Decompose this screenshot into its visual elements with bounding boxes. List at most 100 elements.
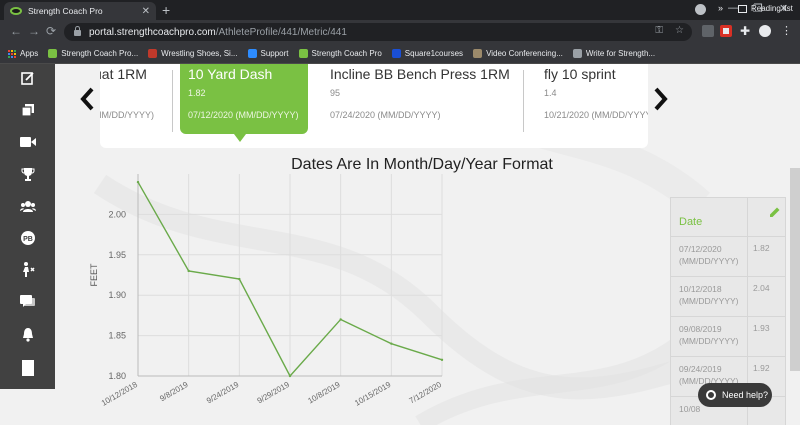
video-icon: [19, 137, 36, 147]
address-bar[interactable]: portal.strengthcoachpro.com /AthleteProf…: [64, 23, 692, 41]
x-tick-label: 7/12/2020: [408, 380, 444, 406]
previous-metric-button[interactable]: [78, 86, 98, 112]
metric-card-incline-bench[interactable]: Incline BB Bench Press 1RM 95 07/24/2020…: [322, 64, 518, 134]
bookmark-item[interactable]: Apps: [8, 49, 38, 58]
extension-save-icon[interactable]: [720, 25, 732, 37]
sidebar-item-athlete[interactable]: [0, 256, 55, 284]
sidebar-item-chat[interactable]: [0, 288, 55, 316]
need-help-button[interactable]: Need help?: [698, 383, 772, 407]
star-icon[interactable]: ☆: [675, 25, 684, 36]
history-column-divider: [747, 277, 748, 317]
sidebar-item-document[interactable]: [0, 354, 55, 382]
metric-card-squat[interactable]: uat 1RM MM/DD/YYYY): [100, 64, 174, 134]
history-row[interactable]: 07/12/2020 (MM/DD/YYYY) 1.82: [670, 237, 786, 277]
metric-date: 07/12/2020 (MM/DD/YYYY): [188, 110, 299, 120]
metric-date: 10/21/2020 (MM/DD/YYYY): [544, 110, 648, 120]
bookmarks-bar: Apps Strength Coach Pro... Wrestling Shoes…: [0, 44, 800, 64]
metric-value: 1.82: [188, 88, 206, 98]
history-row-value: 1.82: [753, 243, 770, 253]
metric-name: 10 Yard Dash: [188, 66, 273, 82]
history-column-divider: [747, 198, 748, 238]
history-column-divider: [747, 317, 748, 357]
lock-icon: [74, 26, 81, 36]
metric-date: 07/24/2020 (MM/DD/YYYY): [330, 110, 441, 120]
bookmark-label: Support: [260, 49, 289, 58]
sidebar-item-notifications[interactable]: [0, 320, 55, 348]
y-tick-label: 1.80: [108, 371, 126, 381]
next-metric-button[interactable]: [650, 86, 670, 112]
chevron-left-icon: [80, 87, 94, 111]
history-row-value: 1.92: [753, 363, 770, 373]
reading-list-button[interactable]: Reading list: [738, 4, 793, 13]
document-icon: [21, 360, 34, 376]
data-point: [238, 277, 241, 281]
key-icon[interactable]: ⚿: [655, 25, 663, 36]
metric-line-chart: 2.00 1.95 1.90 1.85 1.80 FEET 10/12/2018 9/8/20…: [89, 174, 444, 408]
reload-icon[interactable]: ⟳: [46, 24, 56, 38]
extension-s-icon[interactable]: [702, 25, 714, 37]
metric-card-fly-10-sprint[interactable]: fly 10 sprint 1.4 10/21/2020 (MM/DD/YYYY…: [536, 64, 648, 134]
back-icon[interactable]: ←: [10, 24, 22, 38]
history-row[interactable]: 10/12/2018 (MM/DD/YYYY) 2.04: [670, 277, 786, 317]
bookmark-label: Apps: [20, 49, 39, 58]
shoe-icon: [148, 49, 158, 58]
data-point: [440, 358, 444, 362]
history-row-date: 10/12/2018 (MM/DD/YYYY): [679, 284, 739, 306]
group-icon: [19, 201, 36, 212]
data-point: [339, 318, 342, 321]
bookmark-item[interactable]: Strength Coach Pro: [298, 49, 382, 58]
browser-menu-icon[interactable]: ⋮: [781, 24, 793, 37]
metric-name: Incline BB Bench Press 1RM: [330, 66, 510, 82]
sidebar-item-trophy[interactable]: [0, 160, 55, 188]
need-help-label: Need help?: [722, 390, 769, 400]
metric-date: MM/DD/YYYY): [100, 110, 155, 120]
sidebar-item-notes[interactable]: [0, 64, 55, 92]
scp-logo-icon: [48, 49, 58, 58]
reading-list-icon: [738, 4, 747, 13]
bookmarks-more-icon[interactable]: »: [718, 3, 723, 13]
bookmark-item[interactable]: Strength Coach Pro...: [48, 49, 138, 58]
metric-value: 95: [330, 88, 341, 98]
notes-icon: [20, 72, 34, 85]
forward-icon[interactable]: →: [28, 24, 40, 38]
download-icon[interactable]: [695, 4, 706, 15]
page-scrollbar[interactable]: [790, 168, 800, 371]
tab-title: Strength Coach Pro: [28, 6, 103, 16]
new-tab-icon[interactable]: +: [162, 2, 170, 18]
data-point: [288, 374, 292, 378]
history-header: Date: [670, 197, 786, 238]
browser-tab[interactable]: Strength Coach Pro ✕: [4, 2, 156, 20]
apps-grid-icon: [8, 49, 16, 58]
chat-bubble-icon: [706, 390, 716, 400]
bookmark-item[interactable]: Video Conferencing...: [473, 49, 563, 58]
x-tick-label: 10/15/2019: [353, 380, 393, 408]
metric-card-10-yard-dash[interactable]: 10 Yard Dash 1.82 07/12/2020 (MM/DD/YYYY…: [180, 64, 308, 134]
sidebar-item-video[interactable]: [0, 128, 55, 156]
sidebar-item-pb[interactable]: PB: [0, 224, 55, 252]
athlete-icon: [22, 262, 35, 277]
copy-icon: [20, 104, 34, 117]
x-tick-label: 10/12/2018: [100, 380, 140, 408]
pb-icon: PB: [20, 231, 35, 245]
pencil-icon[interactable]: [769, 206, 781, 218]
history-row-date: 07/12/2020 (MM/DD/YYYY): [679, 244, 739, 266]
extensions-puzzle-icon[interactable]: ✚: [740, 24, 752, 38]
metric-divider: [523, 70, 524, 132]
bookmark-item[interactable]: Wrestling Shoes, Si...: [148, 49, 238, 58]
profile-avatar[interactable]: [759, 25, 771, 37]
trophy-icon: [21, 168, 34, 181]
pb-label: PB: [23, 236, 33, 243]
metric-value: 1.4: [544, 88, 557, 98]
bookmark-item[interactable]: Write for Strength...: [572, 49, 655, 58]
tab-close-icon[interactable]: ✕: [142, 6, 150, 17]
bookmark-item[interactable]: Support: [247, 49, 289, 58]
bookmark-item[interactable]: Square1courses: [391, 49, 463, 58]
sidebar-item-copy[interactable]: [0, 96, 55, 124]
data-point: [187, 269, 190, 273]
history-row[interactable]: 09/08/2019 (MM/DD/YYYY) 1.93: [670, 317, 786, 357]
sidebar-item-group[interactable]: [0, 192, 55, 220]
reading-list-label: Reading list: [751, 4, 793, 13]
bookmark-label: Strength Coach Pro...: [61, 49, 139, 58]
sidebar: PB: [0, 64, 55, 389]
bookmark-label: Video Conferencing...: [486, 49, 563, 58]
